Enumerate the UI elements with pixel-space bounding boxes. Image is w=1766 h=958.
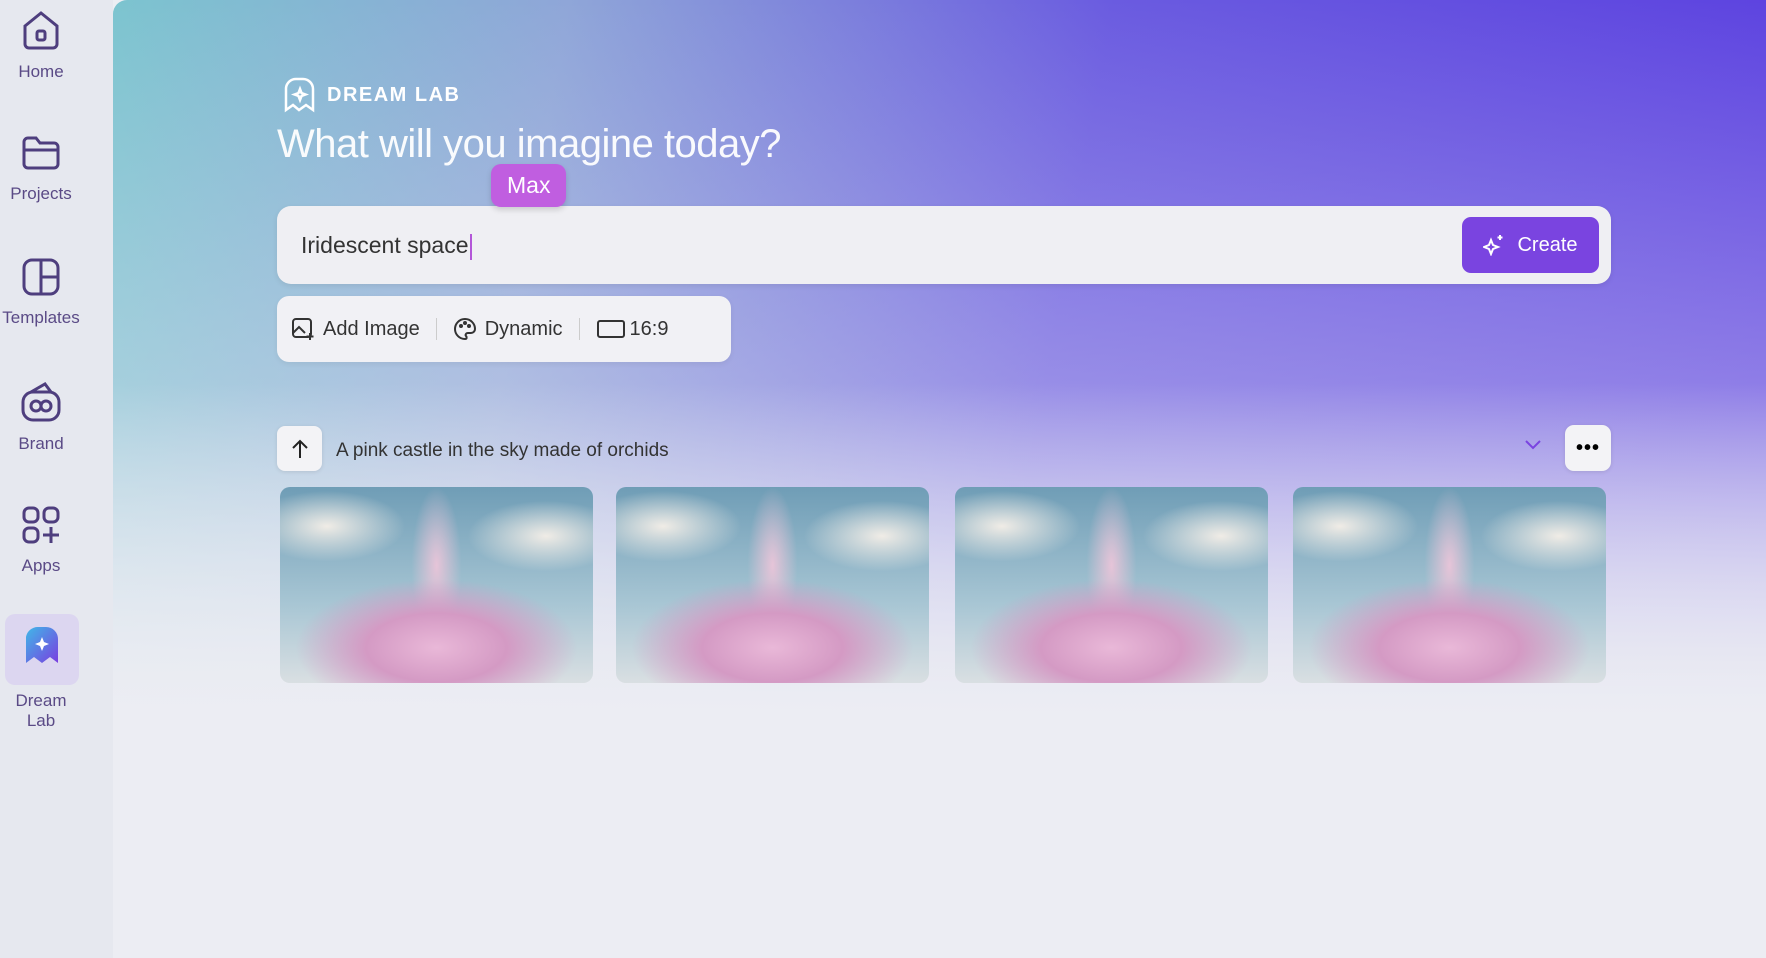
sidebar-item-label: Home: [18, 62, 64, 81]
aspect-ratio-icon: [596, 320, 625, 338]
page-title: What will you imagine today?: [277, 122, 782, 166]
create-button[interactable]: Create: [1462, 217, 1599, 273]
aspect-ratio-label: 16:9: [629, 317, 669, 340]
generated-image-3[interactable]: [955, 487, 1268, 683]
templates-icon: [22, 258, 60, 296]
chevron-down-icon[interactable]: [1523, 437, 1543, 456]
create-label: Create: [1517, 233, 1578, 256]
sidebar-item-brand[interactable]: Brand: [0, 380, 82, 454]
sidebar-item-apps[interactable]: Apps: [0, 504, 82, 576]
sparkle-icon: [1483, 235, 1503, 256]
divider: [578, 318, 580, 340]
dream-lab-main: DREAM LAB What will you imagine today? I…: [113, 0, 1766, 958]
sidebar-item-projects[interactable]: Projects: [0, 132, 82, 204]
sidebar-item-label: Templates: [2, 308, 80, 327]
dream-lab-icon: [26, 626, 58, 663]
sidebar-item-label: Dream Lab: [15, 691, 67, 730]
prompt-toolbar: Add Image Dynamic 16:9: [277, 296, 731, 362]
apps-icon: [22, 506, 60, 544]
dream-lab-logo-icon: [284, 77, 315, 113]
arrow-up-icon: [291, 439, 308, 458]
generated-image-2[interactable]: [616, 487, 929, 683]
dream-lab-brand: DREAM LAB: [283, 76, 461, 114]
sidebar-item-home[interactable]: Home: [0, 8, 82, 82]
sidebar-item-dream-lab[interactable]: Dream Lab: [0, 614, 82, 731]
brand-label: DREAM LAB: [327, 83, 461, 106]
sidebar-item-label: Projects: [10, 184, 72, 203]
home-icon: [23, 11, 59, 50]
text-caret: [470, 233, 473, 260]
aspect-ratio-selector[interactable]: 16:9: [596, 317, 669, 341]
sidebar-item-templates[interactable]: Templates: [0, 256, 82, 328]
sidebar-item-label: Apps: [21, 556, 61, 575]
more-icon: •••: [1575, 436, 1600, 459]
prompt-value[interactable]: Iridescent space: [301, 232, 468, 258]
generated-image-1[interactable]: [280, 487, 593, 683]
style-label: Dynamic: [484, 317, 563, 340]
generated-image-4[interactable]: [1293, 487, 1606, 683]
style-selector[interactable]: Dynamic: [453, 317, 563, 341]
add-image-icon: [292, 318, 314, 340]
reuse-prompt-button[interactable]: [277, 426, 322, 471]
sidebar-item-label: Brand: [18, 434, 64, 453]
more-options-button[interactable]: •••: [1565, 425, 1611, 471]
divider: [435, 318, 437, 340]
palette-icon: [453, 317, 476, 341]
add-image-label: Add Image: [323, 317, 420, 340]
sidebar: Home Projects Templates Brand Apps Dream…: [0, 0, 113, 958]
prompt-input[interactable]: Iridescent space Create: [277, 206, 1611, 284]
collaborator-cursor-label: Max: [491, 164, 567, 207]
add-image-button[interactable]: Add Image: [291, 317, 420, 341]
history-prompt: A pink castle in the sky made of orchids: [336, 440, 669, 461]
folder-icon: [22, 136, 60, 170]
brand-icon: [21, 382, 61, 422]
